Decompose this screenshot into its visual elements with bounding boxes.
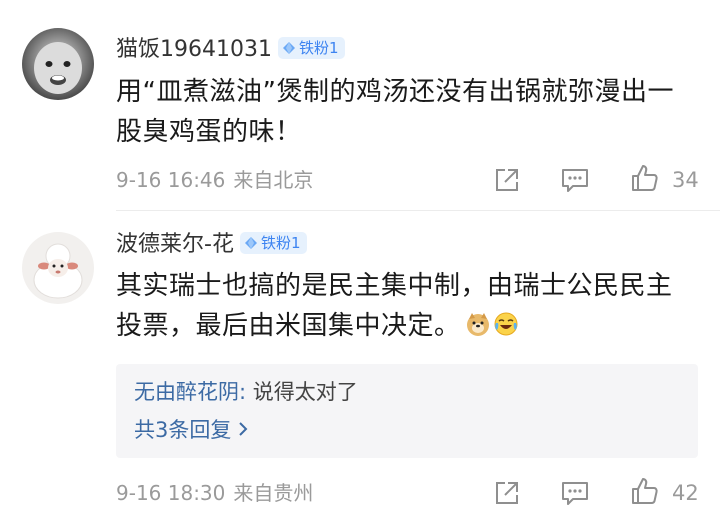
location: 来自贵州 <box>233 481 314 505</box>
view-replies-label[interactable]: 共3条回复 <box>134 418 231 442</box>
username[interactable]: 波德莱尔-花 铁粉1 <box>116 231 307 259</box>
share-icon[interactable] <box>492 478 522 508</box>
comment-text: 用“皿煮滋油”煲制的鸡汤还没有出锅就弥漫出一 股臭鸡蛋的味！ <box>116 72 706 152</box>
fan-badge[interactable]: 铁粉1 <box>277 37 345 59</box>
avatar[interactable] <box>22 232 94 304</box>
view-replies-link[interactable]: 共3条回复 <box>134 416 249 444</box>
badge-label: 铁粉1 <box>298 39 339 57</box>
badge-label: 铁粉1 <box>260 234 301 252</box>
comment-line: 股臭鸡蛋的味！ <box>116 117 302 147</box>
reply-line: 无由醉花阴: 说得太对了 <box>134 378 358 406</box>
comment-meta: 9-16 18:30 来自贵州 <box>116 481 313 505</box>
chevron-right-icon <box>239 422 248 436</box>
like-icon[interactable] <box>630 476 660 506</box>
reply-text: 说得太对了 <box>246 380 358 404</box>
fan-badge[interactable]: 铁粉1 <box>239 232 307 254</box>
divider <box>116 210 720 211</box>
comment-meta: 9-16 16:46 来自北京 <box>116 168 313 192</box>
timestamp: 9-16 18:30 <box>116 481 226 505</box>
location: 来自北京 <box>233 168 314 192</box>
timestamp: 9-16 16:46 <box>116 168 226 192</box>
like-count: 42 <box>672 481 699 505</box>
like-icon[interactable] <box>630 163 660 193</box>
comment-line: 其实瑞士也搞的是民主集中制，由瑞士公民民主 <box>116 271 673 301</box>
comment-text: 其实瑞士也搞的是民主集中制，由瑞士公民民主 投票，最后由米国集中决定。 <box>116 266 706 346</box>
diamond-icon <box>244 237 257 249</box>
reply-preview[interactable]: 无由醉花阴: 说得太对了 共3条回复 <box>116 364 698 458</box>
doge-emoji <box>466 312 489 336</box>
comment-icon[interactable] <box>560 478 590 508</box>
comment-line-text: 投票，最后由米国集中决定。 <box>116 311 461 341</box>
username-text[interactable]: 波德莱尔-花 <box>116 232 234 257</box>
laughing-crying-emoji <box>494 312 518 335</box>
diamond-icon <box>282 42 295 54</box>
comment-icon[interactable] <box>560 165 590 195</box>
like-count: 34 <box>672 168 699 192</box>
share-icon[interactable] <box>492 165 522 195</box>
username[interactable]: 猫饭19641031 铁粉1 <box>116 36 345 64</box>
comment-line: 投票，最后由米国集中决定。 <box>116 306 706 346</box>
avatar[interactable] <box>22 28 94 100</box>
username-text[interactable]: 猫饭19641031 <box>116 37 272 62</box>
comment-line: 用“皿煮滋油”煲制的鸡汤还没有出锅就弥漫出一 <box>116 77 674 107</box>
reply-username[interactable]: 无由醉花阴: <box>134 380 246 404</box>
